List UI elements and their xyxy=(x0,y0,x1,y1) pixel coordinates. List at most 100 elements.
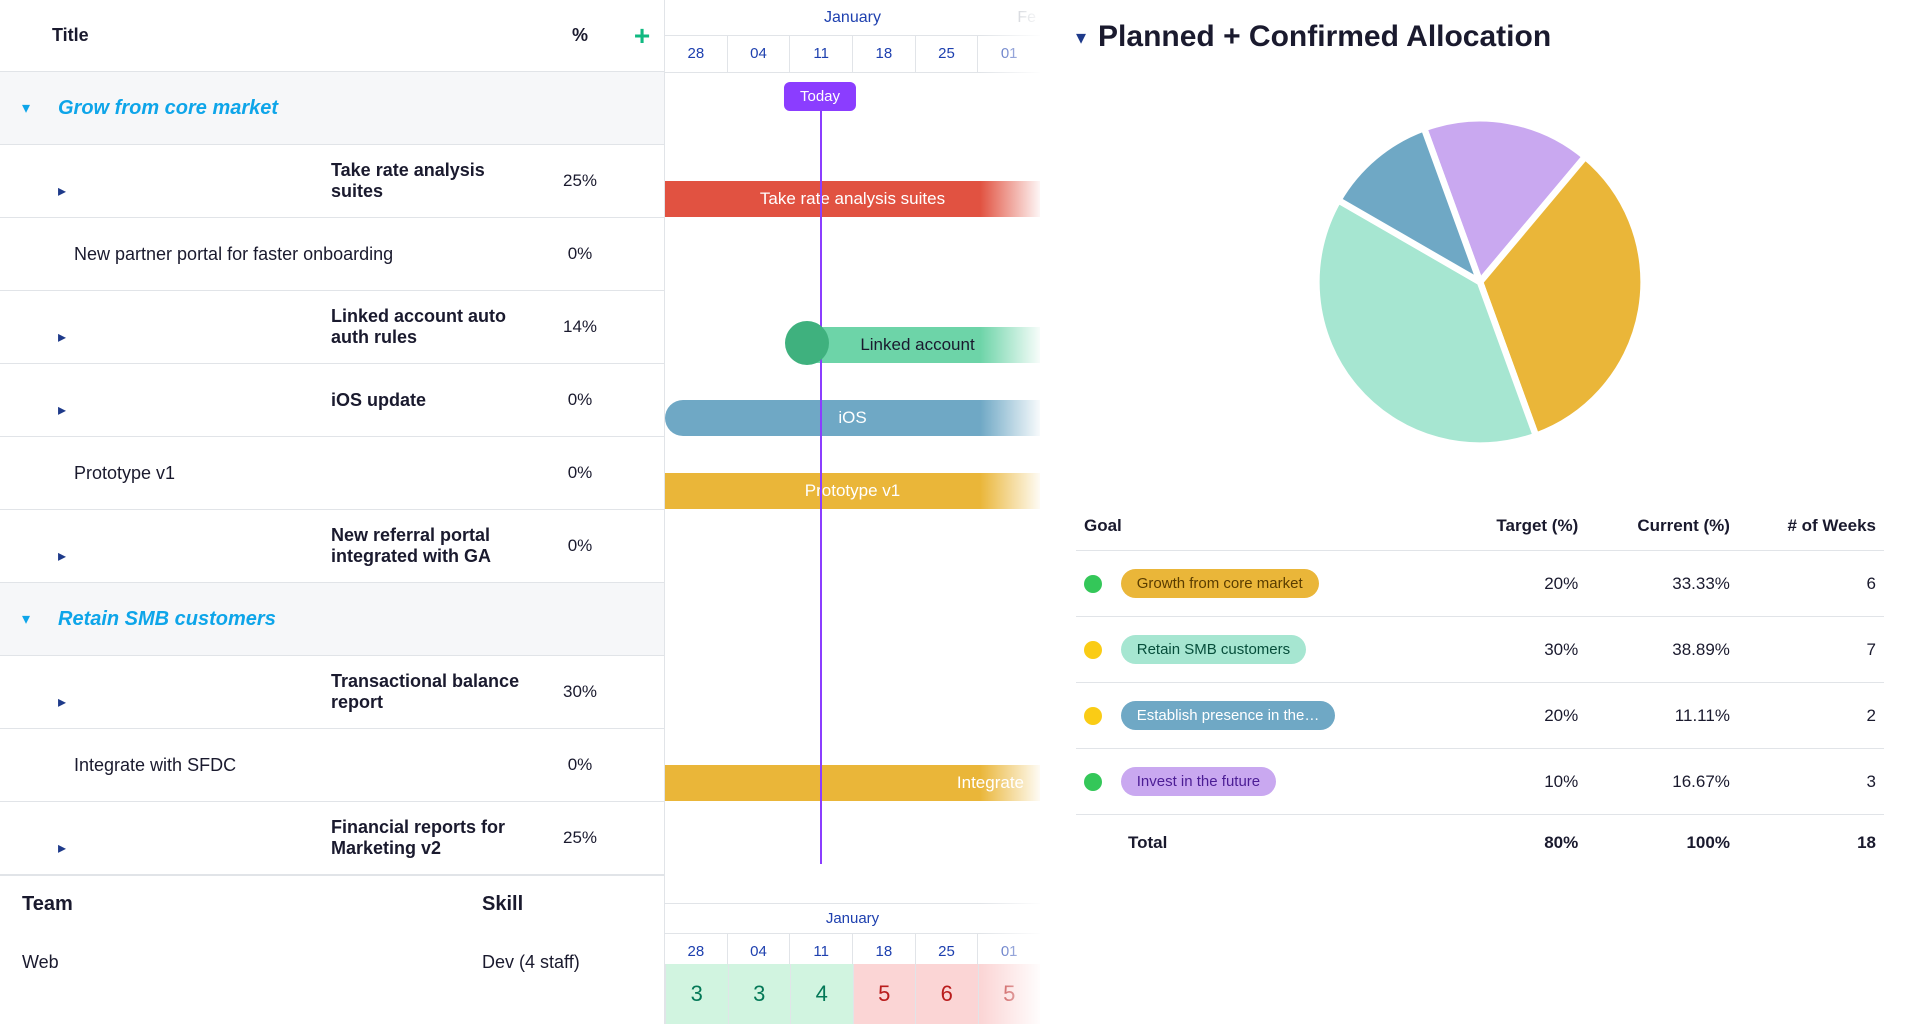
goal-header: Current (%) xyxy=(1586,502,1738,551)
timeline-day-row: 280411182501 xyxy=(665,36,1040,72)
task-label: Financial reports for Marketing v2 xyxy=(303,817,540,859)
weeks-value: 6 xyxy=(1738,551,1884,617)
allocation-title: Planned + Confirmed Allocation xyxy=(1098,20,1551,54)
target-value: 10% xyxy=(1450,749,1587,815)
gantt-bar[interactable]: iOS xyxy=(665,400,1040,436)
goal-row[interactable]: Growth from core market 20% 33.33% 6 xyxy=(1076,551,1884,617)
team-footer: Team Skill Web Dev (4 staff) xyxy=(0,875,664,992)
timeline-day: 18 xyxy=(852,36,915,72)
target-value: 30% xyxy=(1450,617,1587,683)
allocation-pie-chart xyxy=(1300,102,1660,462)
task-percent: 0% xyxy=(540,244,620,264)
task-row[interactable]: Linked account auto auth rules 14% xyxy=(0,291,664,364)
task-percent: 0% xyxy=(540,755,620,775)
allocation-cell: 3 xyxy=(728,964,791,1024)
allocation-panel: ▾ Planned + Confirmed Allocation GoalTar… xyxy=(1040,0,1920,1024)
milestone-icon[interactable] xyxy=(785,321,829,365)
gantt-bar[interactable]: Prototype v1 xyxy=(665,473,1040,509)
timeline-day: 18 xyxy=(852,934,915,964)
task-percent: 0% xyxy=(540,536,620,556)
task-percent: 25% xyxy=(540,828,620,848)
task-row[interactable]: New referral portal integrated with GA 0… xyxy=(0,510,664,583)
month-label: January xyxy=(824,9,881,26)
task-percent: 0% xyxy=(540,390,620,410)
gantt-bar[interactable]: Linked account xyxy=(795,327,1040,363)
goal-pill[interactable]: Invest in the future xyxy=(1121,767,1276,796)
gantt-area[interactable]: Take rate analysis suites Linked account i… xyxy=(665,73,1040,903)
timeline-day: 01 xyxy=(977,934,1040,964)
task-row[interactable]: Financial reports for Marketing v2 25% xyxy=(0,802,664,875)
today-line xyxy=(820,104,822,864)
group-row[interactable]: Grow from core market xyxy=(0,72,664,145)
group-label: Grow from core market xyxy=(46,97,540,120)
team-value: Web xyxy=(22,952,482,973)
status-dot-icon xyxy=(1084,707,1102,725)
task-label: Linked account auto auth rules xyxy=(303,306,540,348)
allocation-cell: 4 xyxy=(790,964,853,1024)
task-label: Transactional balance report xyxy=(303,671,540,713)
gantt-bar[interactable]: Take rate analysis suites xyxy=(665,181,1040,217)
task-row[interactable]: Transactional balance report 30% xyxy=(0,656,664,729)
goal-header: Goal xyxy=(1076,502,1450,551)
task-percent: 14% xyxy=(540,317,620,337)
chevron-right-icon[interactable] xyxy=(22,307,303,347)
chevron-right-icon[interactable] xyxy=(22,380,303,420)
goal-table: GoalTarget (%)Current (%)# of Weeks Grow… xyxy=(1076,502,1884,871)
allocation-cell: 5 xyxy=(978,964,1041,1024)
weeks-value: 3 xyxy=(1738,749,1884,815)
group-row[interactable]: Retain SMB customers xyxy=(0,583,664,656)
timeline-foot-days: 280411182501 xyxy=(665,934,1040,964)
header-percent: % xyxy=(540,25,620,46)
chevron-down-icon[interactable] xyxy=(22,609,46,629)
skill-value: Dev (4 staff) xyxy=(482,952,664,973)
current-value: 16.67% xyxy=(1586,749,1738,815)
chevron-right-icon[interactable] xyxy=(22,672,303,712)
chevron-right-icon[interactable] xyxy=(22,161,303,201)
timeline-month: January Fe xyxy=(665,0,1040,36)
task-label: Prototype v1 xyxy=(46,463,540,484)
target-value: 20% xyxy=(1450,551,1587,617)
chevron-right-icon[interactable] xyxy=(22,818,303,858)
timeline-day: 11 xyxy=(789,934,852,964)
skill-header: Skill xyxy=(482,893,664,916)
today-badge[interactable]: Today xyxy=(784,82,856,111)
goal-row[interactable]: Retain SMB customers 30% 38.89% 7 xyxy=(1076,617,1884,683)
collapse-icon[interactable]: ▾ xyxy=(1076,25,1086,50)
timeline-day: 04 xyxy=(727,934,790,964)
timeline-day: 28 xyxy=(665,36,727,72)
status-dot-icon xyxy=(1084,575,1102,593)
timeline-day: 28 xyxy=(665,934,727,964)
goal-header: Target (%) xyxy=(1450,502,1587,551)
timeline-day: 25 xyxy=(915,934,978,964)
task-row[interactable]: Integrate with SFDC 0% xyxy=(0,729,664,802)
goal-pill[interactable]: Establish presence in the… xyxy=(1121,701,1336,730)
allocation-cell: 6 xyxy=(915,964,978,1024)
team-header: Team xyxy=(22,893,482,916)
chevron-right-icon[interactable] xyxy=(22,526,303,566)
goal-row[interactable]: Invest in the future 10% 16.67% 3 xyxy=(1076,749,1884,815)
task-percent: 30% xyxy=(540,682,620,702)
current-value: 33.33% xyxy=(1586,551,1738,617)
chevron-down-icon[interactable] xyxy=(22,98,46,118)
task-label: iOS update xyxy=(303,390,540,411)
task-row[interactable]: Take rate analysis suites 25% xyxy=(0,145,664,218)
timeline-allocation-cells: 334565 xyxy=(665,964,1040,1024)
group-label: Retain SMB customers xyxy=(46,608,540,631)
task-row[interactable]: Prototype v1 0% xyxy=(0,437,664,510)
task-row[interactable]: New partner portal for faster onboarding… xyxy=(0,218,664,291)
goal-header: # of Weeks xyxy=(1738,502,1884,551)
timeline-day: 11 xyxy=(789,36,852,72)
task-row[interactable]: iOS update 0% xyxy=(0,364,664,437)
task-percent: 0% xyxy=(540,463,620,483)
task-label: New partner portal for faster onboarding xyxy=(46,244,540,265)
goal-pill[interactable]: Retain SMB customers xyxy=(1121,635,1306,664)
allocation-cell: 5 xyxy=(853,964,916,1024)
gantt-bar[interactable]: Integrate xyxy=(665,765,1040,801)
add-column-icon[interactable]: + xyxy=(634,20,650,51)
current-value: 11.11% xyxy=(1586,683,1738,749)
goal-row[interactable]: Establish presence in the… 20% 11.11% 2 xyxy=(1076,683,1884,749)
goal-total-row: Total 80% 100% 18 xyxy=(1076,815,1884,872)
header-title: Title xyxy=(52,25,540,46)
weeks-value: 7 xyxy=(1738,617,1884,683)
goal-pill[interactable]: Growth from core market xyxy=(1121,569,1319,598)
